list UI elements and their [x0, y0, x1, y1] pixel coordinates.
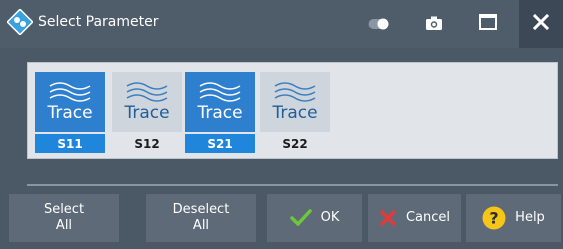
title-bar[interactable]: Select Parameter — [0, 0, 563, 48]
x-icon — [379, 209, 397, 227]
help-label: Help — [515, 210, 545, 225]
select-all-label: Select All — [44, 202, 84, 234]
select-all-button[interactable]: Select All — [9, 194, 119, 242]
trace-word: Trace — [272, 103, 318, 123]
trace-item-s21[interactable]: Trace S21 — [185, 72, 255, 153]
wave-icon — [49, 82, 91, 102]
trace-tile: Trace — [35, 72, 105, 132]
camera-icon — [426, 15, 442, 34]
trace-item-s11[interactable]: Trace S11 — [35, 72, 105, 153]
trace-word: Trace — [197, 103, 243, 123]
ok-button[interactable]: OK — [267, 194, 362, 242]
trace-tile: Trace — [112, 72, 182, 132]
deselect-all-button[interactable]: Deselect All — [146, 194, 256, 242]
trace-tile: Trace — [260, 72, 330, 132]
transparency-toggle-button[interactable] — [357, 0, 401, 48]
trace-word: Trace — [47, 103, 93, 123]
select-all-line2: All — [55, 218, 73, 233]
trace-label: S22 — [282, 136, 308, 151]
question-icon: ? — [482, 206, 506, 230]
trace-label: S11 — [35, 134, 105, 153]
wave-icon — [199, 82, 241, 102]
deselect-all-label: Deselect All — [173, 202, 230, 234]
svg-text:?: ? — [490, 209, 499, 228]
select-parameter-dialog: Select Parameter Trace S11 Trace S12 Tra… — [0, 0, 563, 249]
trace-selection-panel: Trace S11 Trace S12 Trace S21 Trace S22 — [27, 62, 558, 159]
trace-label: S21 — [185, 134, 255, 153]
close-button[interactable] — [519, 0, 563, 48]
trace-word: Trace — [124, 103, 170, 123]
cancel-button[interactable]: Cancel — [368, 194, 461, 242]
maximize-icon — [479, 14, 497, 34]
toggle-icon — [368, 15, 390, 34]
cancel-label: Cancel — [405, 210, 451, 225]
trace-item-s22[interactable]: Trace S22 — [260, 72, 330, 152]
select-all-line1: Select — [43, 202, 85, 217]
help-button[interactable]: ? Help — [466, 194, 561, 242]
wave-icon — [274, 82, 316, 102]
deselect-all-line1: Deselect — [172, 202, 230, 217]
rs-diamond-icon — [6, 8, 34, 36]
close-icon — [532, 13, 550, 34]
trace-label: S12 — [134, 136, 160, 151]
checkmark-icon — [289, 209, 312, 227]
trace-tile: Trace — [185, 72, 255, 132]
screenshot-button[interactable] — [412, 0, 456, 48]
deselect-all-line2: All — [192, 218, 210, 233]
trace-item-s12[interactable]: Trace S12 — [112, 72, 182, 152]
ok-label: OK — [320, 210, 340, 225]
dialog-title: Select Parameter — [38, 14, 159, 30]
divider — [27, 184, 558, 186]
wave-icon — [126, 82, 168, 102]
maximize-button[interactable] — [466, 0, 510, 48]
